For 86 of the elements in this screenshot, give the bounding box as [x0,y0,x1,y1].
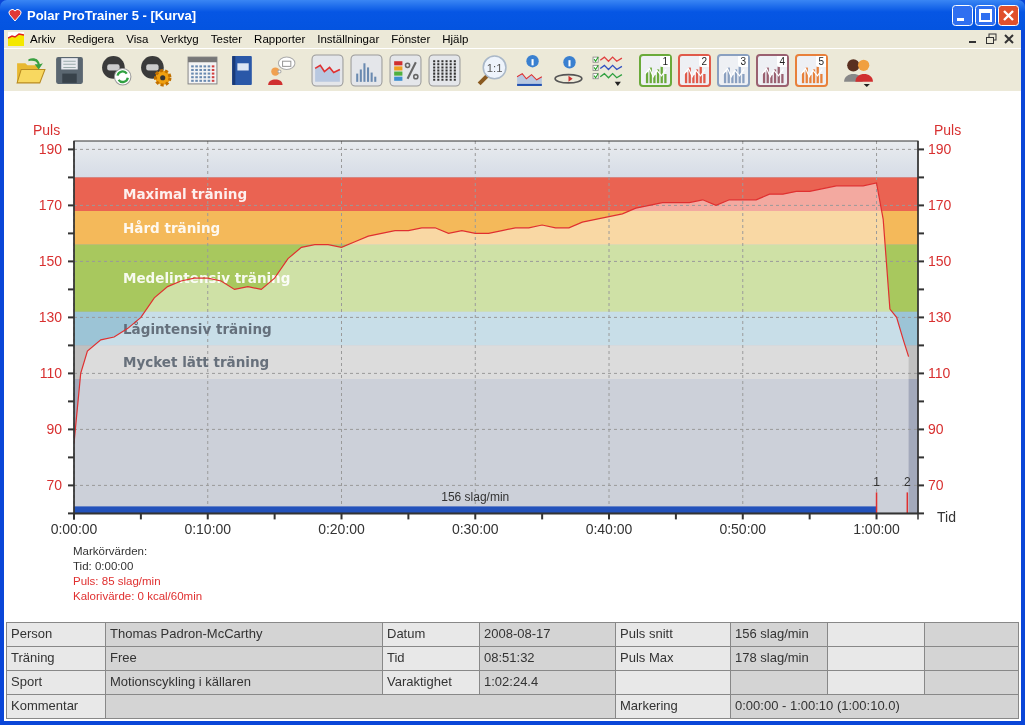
menu-item[interactable]: Rapporter [248,33,312,45]
x-tick-label: 0:10:00 [184,521,232,538]
zone-label: Lågintensiv träning [123,320,272,337]
x-tick-label: 0:50:00 [719,521,767,538]
y-tick-label: 110 [928,365,951,382]
x-tick-label: 1:00:00 [853,521,900,538]
restore-icon[interactable] [983,32,999,46]
curve-list-icon[interactable] [592,53,625,87]
marker-values-title: Markörvärden: [73,544,148,559]
chart-icon [8,32,24,46]
percent-bars-icon[interactable] [389,53,422,87]
y-tick-label: 130 [928,309,952,326]
line-chart-icon[interactable] [311,53,344,87]
menu-item[interactable]: Inställningar [311,33,386,45]
y-tick-label: 190 [38,141,62,158]
table-cell: Puls snitt [616,623,730,646]
zone-label: Mycket lätt träning [123,354,270,371]
table-cell: Kommentar [7,695,105,718]
marker-value: Puls: 85 slag/min [73,574,161,589]
table-cell: Markering [616,695,730,718]
x-tick-label: 0:20:00 [318,521,365,538]
table-cell: 1:02:24.4 [480,671,615,694]
table-cell: Puls Max [616,647,730,670]
y-tick-label: 70 [46,477,62,494]
y-tick-label: 110 [39,365,62,382]
x-axis-title: Tid [937,509,956,526]
marker-number: 1 [873,475,880,490]
table-cell: Sport [7,671,105,694]
x-tick-label: 0:40:00 [585,521,633,538]
average-label: 156 slag/min [441,490,510,505]
table-cell: Tid [383,647,479,670]
y-tick-label: 150 [928,253,952,270]
marker-line [906,491,909,515]
menu-item[interactable]: Arkiv [24,33,62,45]
menu-item[interactable]: Hjälp [436,33,475,45]
zone-view-button[interactable]: 4 [756,53,789,87]
table-cell: 178 slag/min [731,647,827,670]
menu-item[interactable]: Tester [204,33,249,45]
heart-icon [8,8,22,22]
marker-value: Kalorivärde: 0 kcal/60min [73,589,203,604]
y-tick-label: 190 [928,141,952,158]
y-axis-title: Puls [33,122,61,138]
marker-number: 2 [903,475,911,490]
y-axis-title: Puls [934,122,962,138]
menu-item[interactable]: Fönster [385,33,437,45]
sync-device-icon[interactable] [100,53,133,87]
zone-view-button[interactable]: 1 [639,53,672,87]
close-icon[interactable] [1001,32,1017,46]
table-cell: 156 slag/min [731,623,827,646]
table-cell: Motionscykling i källaren [106,671,382,694]
marker-value: Tid: 0:00:00 [73,559,134,574]
y-tick-label: 150 [38,253,62,270]
marker-line [875,491,878,515]
x-tick-label: 0:00:00 [50,521,98,538]
zone-label: Hård träning [123,219,221,236]
table-cell: Träning [7,647,105,670]
info-loop-icon[interactable] [553,53,586,87]
device-settings-icon[interactable] [139,53,172,87]
x-tick-label: 0:30:00 [451,521,499,538]
table-cell: 2008-08-17 [480,623,615,646]
zone-view-button[interactable]: 3 [717,53,750,87]
y-tick-label: 130 [38,309,62,326]
menu-item[interactable]: Redigera [61,33,121,45]
zone-label: Maximal träning [123,186,248,203]
minimize-icon[interactable] [952,4,973,26]
bar-chart-icon[interactable] [350,53,383,87]
table-cell: 08:51:32 [480,647,615,670]
y-tick-label: 90 [928,421,944,438]
zone-view-button[interactable]: 5 [795,53,828,87]
table-cell: Person [7,623,105,646]
table-cell: 0:00:00 - 1:00:10 (1:00:10.0) [731,695,1018,718]
table-cell: Thomas Padron-McCarthy [106,623,382,646]
y-tick-label: 170 [38,197,62,214]
table-icon[interactable] [428,53,461,87]
y-tick-label: 90 [46,421,62,438]
table-cell: Datum [383,623,479,646]
calendar-icon[interactable] [186,53,219,87]
menu-item[interactable]: Verktyg [154,33,205,45]
maximize-icon[interactable] [975,4,996,26]
window-title: Polar ProTrainer 5 - [Kurva] [27,7,198,23]
table-cell: Varaktighet [383,671,479,694]
y-tick-label: 70 [928,477,944,494]
zone-view-button[interactable]: 2 [678,53,711,87]
y-tick-label: 170 [928,197,952,214]
table-cell: Free [106,647,382,670]
menu-item[interactable]: Visa [120,33,155,45]
